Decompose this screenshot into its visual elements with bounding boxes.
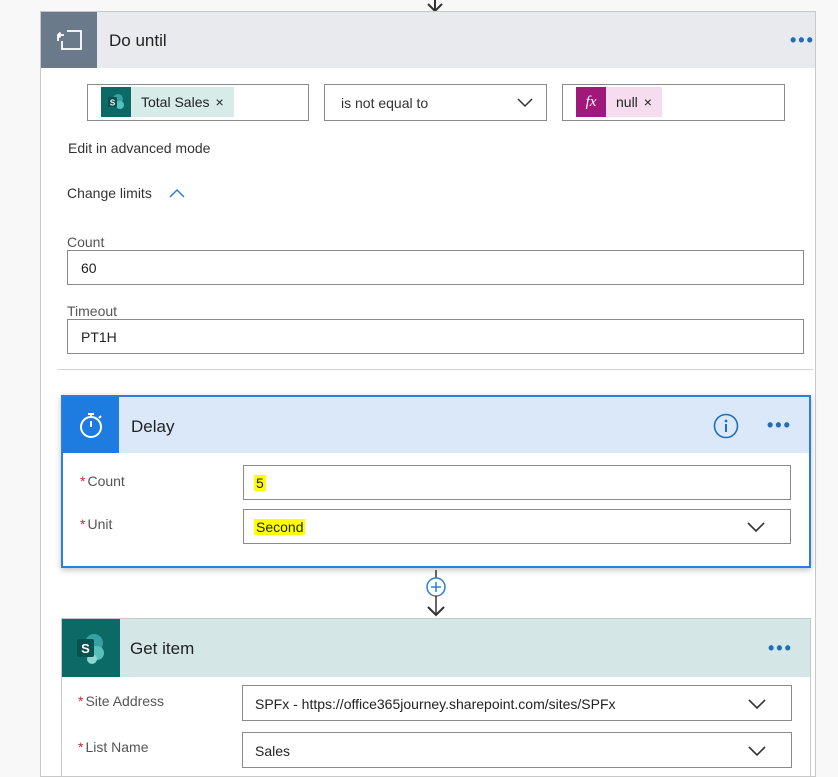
delay-header[interactable]: Delay ••• [63, 397, 809, 453]
total-sales-token[interactable]: S Total Sales × [101, 87, 234, 117]
site-address-select[interactable]: SPFx - https://office365journey.sharepoi… [242, 685, 792, 721]
delay-more-button[interactable]: ••• [767, 415, 792, 436]
condition-left-field[interactable]: S Total Sales × [87, 84, 309, 121]
loop-icon [41, 12, 97, 68]
token-label: Total Sales [141, 94, 210, 110]
do-until-title: Do until [109, 31, 167, 50]
site-address-label: * Site Address [78, 693, 165, 709]
list-name-label: * List Name [78, 739, 149, 755]
chevron-up-icon[interactable] [169, 188, 185, 198]
timeout-label: Timeout [67, 303, 118, 319]
timer-icon [63, 397, 119, 453]
delay-count-input[interactable]: 5 [243, 465, 791, 500]
get-item-header[interactable]: S Get item ••• [62, 619, 810, 677]
required-marker: * [80, 516, 86, 532]
get-item-card: S Get item ••• * Site Address SPFx - http… [61, 618, 811, 777]
count-label: Count [67, 234, 105, 250]
required-marker: * [78, 739, 84, 755]
change-limits-toggle[interactable]: Change limits [67, 185, 152, 201]
delay-count-value: 5 [254, 475, 266, 491]
remove-token-icon[interactable]: × [215, 94, 233, 110]
delay-card: Delay ••• * Count 5 * Unit Second [61, 395, 811, 568]
edit-advanced-mode-link[interactable]: Edit in advanced mode [68, 140, 210, 156]
delay-count-label: * Count [80, 473, 125, 489]
chevron-down-icon [517, 98, 533, 108]
chevron-down-icon [748, 746, 766, 757]
chevron-down-icon [748, 699, 766, 710]
operator-value: is not equal to [341, 95, 429, 111]
add-step-connector[interactable] [423, 570, 449, 618]
operator-select[interactable]: is not equal to [324, 84, 547, 121]
fx-icon: fx [576, 87, 606, 117]
count-input[interactable]: 60 [67, 250, 804, 285]
divider [57, 369, 813, 370]
delay-unit-label: * Unit [80, 516, 113, 532]
remove-token-icon[interactable]: × [644, 94, 662, 110]
delay-title: Delay [131, 417, 175, 436]
site-address-value: SPFx - https://office365journey.sharepoi… [255, 696, 616, 712]
required-marker: * [80, 473, 86, 489]
timeout-value: PT1H [81, 329, 117, 345]
token-label: null [616, 94, 638, 110]
get-item-title: Get item [130, 639, 195, 658]
do-until-header[interactable]: Do until ••• [41, 12, 815, 68]
timeout-input[interactable]: PT1H [67, 319, 804, 354]
get-item-more-button[interactable]: ••• [768, 638, 793, 659]
delay-unit-value: Second [254, 519, 306, 535]
delay-unit-select[interactable]: Second [243, 509, 791, 544]
sharepoint-icon: S [101, 87, 131, 117]
sharepoint-icon: S [62, 619, 120, 677]
list-name-value: Sales [255, 743, 291, 759]
do-until-more-button[interactable]: ••• [790, 30, 815, 51]
count-value: 60 [81, 260, 97, 276]
svg-text:S: S [110, 99, 116, 108]
list-name-select[interactable]: Sales [242, 732, 792, 768]
null-token[interactable]: fx null × [576, 87, 662, 117]
required-marker: * [78, 693, 84, 709]
chevron-down-icon [747, 522, 765, 533]
info-icon[interactable] [713, 413, 739, 439]
svg-text:S: S [81, 641, 90, 656]
condition-right-field[interactable]: fx null × [562, 84, 785, 121]
